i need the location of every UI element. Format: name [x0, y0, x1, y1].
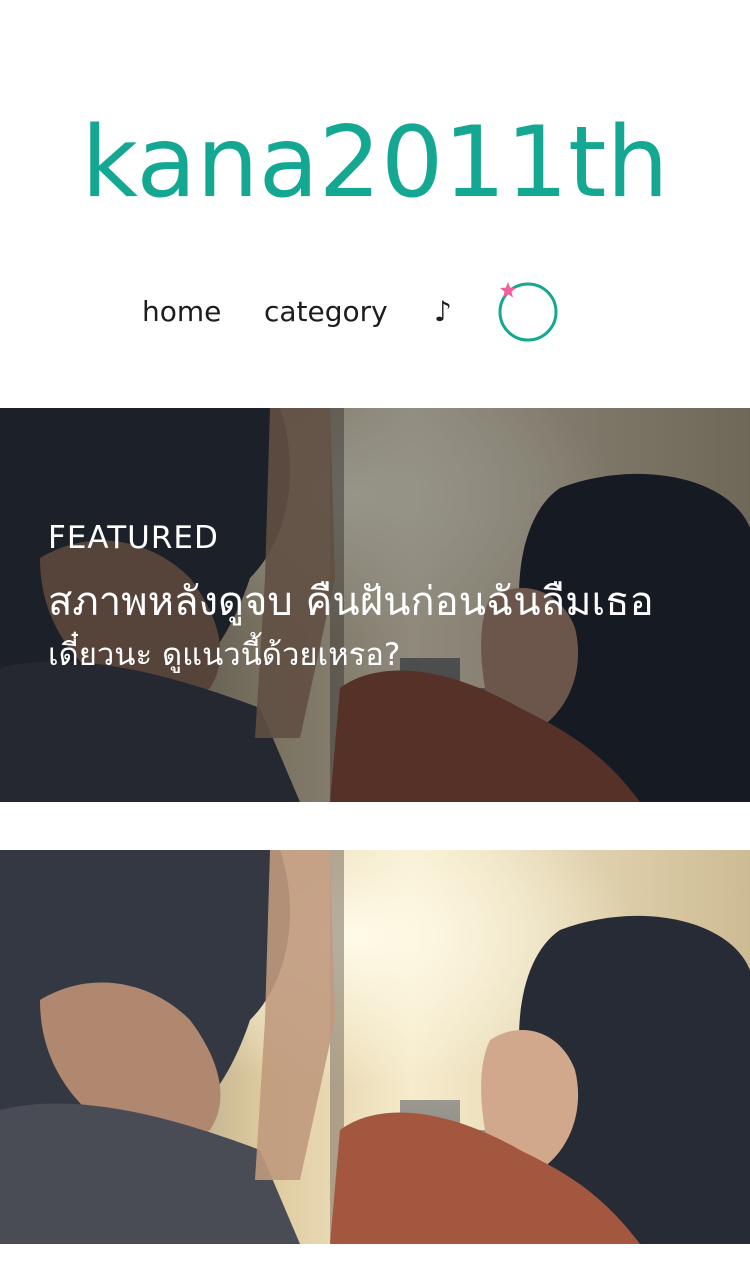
search-ring-icon: [498, 282, 558, 342]
featured-subtitle: เดี๋ยวนะ ดูแนวนี้ด้วยเหรอ?: [48, 637, 401, 673]
star-icon: [500, 282, 516, 298]
featured-post[interactable]: FEATURED สภาพหลังดูจบ คืนฝันก่อนฉันลืมเธ…: [0, 408, 750, 802]
featured-title[interactable]: สภาพหลังดูจบ คืนฝันก่อนฉันลืมเธอ: [48, 570, 698, 634]
nav-item-home[interactable]: home: [142, 292, 221, 332]
post-thumbnail[interactable]: [0, 850, 750, 1244]
site-title-link[interactable]: kana2011th: [0, 108, 750, 218]
featured-text: FEATURED สภาพหลังดูจบ คืนฝันก่อนฉันลืมเธ…: [48, 518, 698, 680]
page: kana2011th home category ♪ FEATURED สภาพ…: [0, 0, 750, 1280]
nav-item-music[interactable]: ♪: [434, 292, 452, 332]
post-movie-still: [0, 850, 750, 1244]
main-nav: home category ♪: [0, 280, 750, 344]
featured-label: FEATURED: [48, 520, 219, 556]
search-button[interactable]: [494, 280, 562, 348]
nav-item-category[interactable]: category: [264, 292, 388, 332]
